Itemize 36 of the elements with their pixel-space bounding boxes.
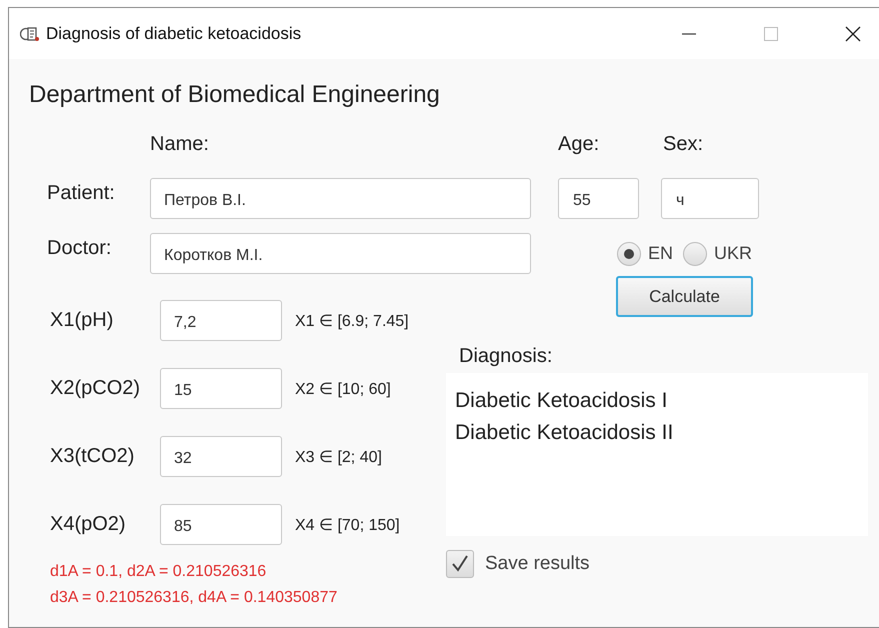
range-text: X4 ∈ [70; 150] (295, 516, 400, 534)
close-icon[interactable] (845, 26, 861, 42)
department-heading: Department of Biomedical Engineering (29, 81, 441, 110)
range-text: X3 ∈ [2; 40] (295, 448, 382, 466)
variable-label: X4(pO2) (49, 513, 127, 536)
calculate-button[interactable]: Calculate (616, 276, 753, 317)
value-field[interactable]: 32 (160, 436, 282, 477)
value-field[interactable]: 85 (160, 504, 282, 545)
save-checkbox[interactable] (446, 550, 474, 578)
variable-label: X2(pCO2) (49, 377, 142, 400)
window-title: Diagnosis of diabetic ketoacidosis (46, 24, 302, 44)
row-label: Doctor: (46, 237, 112, 260)
result-text: d3A = 0.210526316, d4A = 0.140350877 (50, 588, 338, 608)
column-label: Name: (150, 133, 210, 157)
range-text: X1 ∈ [6.9; 7.45] (295, 312, 409, 330)
column-label: Age: (558, 133, 600, 157)
diagnosis-text: Diabetic Ketoacidosis II (455, 420, 674, 446)
language-radio[interactable]: EN (617, 242, 674, 266)
language-radio[interactable]: UKR (683, 242, 752, 266)
variable-label: X1(pH) (49, 309, 114, 332)
checkbox-label: Save results (485, 553, 590, 575)
age-field[interactable]: 55 (558, 178, 639, 219)
diagnosis-label: Diagnosis: (459, 345, 554, 369)
name-field[interactable]: Петров В.І. (150, 178, 531, 219)
name-field[interactable]: Коротков М.І. (150, 233, 531, 274)
range-text: X2 ∈ [10; 60] (295, 380, 391, 398)
variable-label: X3(tCO2) (49, 445, 136, 468)
result-text: d1A = 0.1, d2A = 0.210526316 (50, 562, 268, 582)
diagnosis-text: Diabetic Ketoacidosis I (455, 388, 668, 414)
column-label: Sex: (663, 133, 704, 157)
app-icon (20, 26, 40, 42)
value-field[interactable]: 7,2 (160, 300, 282, 341)
sex-field[interactable]: ч (661, 178, 759, 219)
row-label: Patient: (46, 182, 116, 205)
check-icon (450, 554, 470, 574)
value-field[interactable]: 15 (160, 368, 282, 409)
